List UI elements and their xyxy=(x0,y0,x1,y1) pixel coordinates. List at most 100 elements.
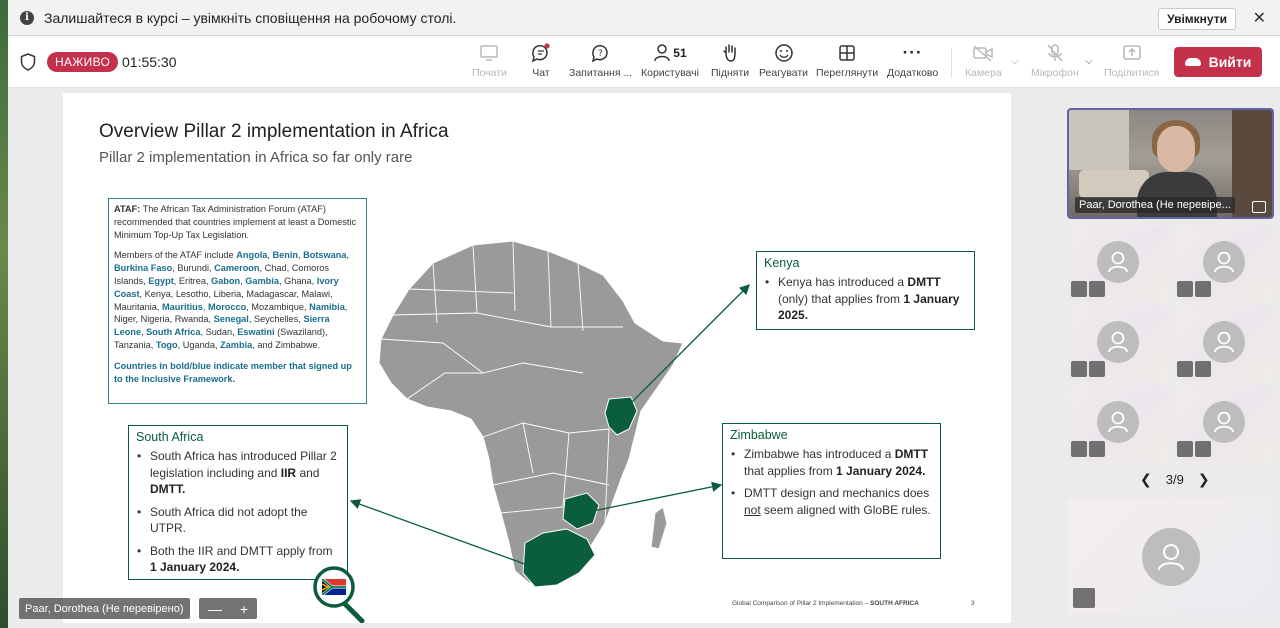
ataf-member-country: Mozambique xyxy=(251,301,304,312)
camera-off-icon xyxy=(1071,361,1087,377)
ataf-member-country: Angola xyxy=(236,250,268,261)
mic-off-icon xyxy=(1073,588,1095,608)
more-label: Додатково xyxy=(887,67,939,79)
mic-off-icon xyxy=(1195,361,1211,377)
ataf-member-country: Morocco xyxy=(207,301,247,312)
south-africa-callout: South Africa South Africa has introduced… xyxy=(128,425,348,580)
kenya-heading: Kenya xyxy=(764,256,800,270)
zoom-in-button[interactable]: + xyxy=(240,601,248,617)
raise-hand-label: Підняти xyxy=(711,67,750,79)
mic-options-chevron-icon[interactable]: ⌵ xyxy=(1085,56,1093,67)
gallery-pager: ❮ 3/9 ❯ xyxy=(1140,471,1210,488)
ataf-member-country: Namibia xyxy=(309,301,345,312)
slide-subtitle: Pillar 2 implementation in Africa so far… xyxy=(99,149,413,166)
ataf-member-country: Togo xyxy=(155,339,178,350)
mic-off-icon xyxy=(1089,281,1105,297)
more-icon: ··· xyxy=(902,43,923,62)
participant-tile[interactable] xyxy=(1173,386,1274,461)
raise-hand-button[interactable]: Підняти xyxy=(711,42,749,84)
ataf-member-country: Niger xyxy=(114,314,136,325)
camera-off-icon xyxy=(1177,281,1193,297)
ataf-member-country: Rwanda xyxy=(174,314,209,325)
self-view-tile[interactable] xyxy=(1067,498,1274,614)
kenya-bullet: Kenya has introduced a DMTT (only) that … xyxy=(763,274,966,324)
view-button[interactable]: Переглянути xyxy=(816,42,878,84)
close-icon[interactable]: ✕ xyxy=(1253,8,1266,28)
shield-icon[interactable] xyxy=(20,53,36,71)
mic-label: Мікрофон xyxy=(1031,67,1079,79)
presentation-slide: Overview Pillar 2 implementation in Afri… xyxy=(63,93,1011,623)
meeting-toolbar: НАЖИВО 01:55:30 Почати Чат ? Запитання .… xyxy=(8,36,1280,88)
participant-tile[interactable] xyxy=(1067,386,1168,461)
slide-page-number: 3 xyxy=(971,600,975,607)
qa-label: Запитання ... xyxy=(569,67,633,79)
ataf-member-country: Mauritius xyxy=(162,301,203,312)
africa-map xyxy=(378,240,684,588)
participant-tile[interactable] xyxy=(1067,306,1168,381)
presenter-video-tile[interactable]: Paar, Dorothea (Не перевіре... xyxy=(1067,108,1274,219)
participant-tile[interactable] xyxy=(1173,226,1274,301)
share-button[interactable]: Поділитися xyxy=(1104,42,1159,84)
leave-button[interactable]: Вийти xyxy=(1174,47,1262,77)
info-icon: i xyxy=(20,10,34,25)
avatar xyxy=(1203,321,1245,363)
ataf-member-country: Zimbabwe xyxy=(275,339,318,350)
camera-off-icon xyxy=(1071,441,1087,457)
presenter-name-tag: Paar, Dorothea (Не перевірено) xyxy=(19,598,190,619)
zimbabwe-callout: Zimbabwe Zimbabwe has introduced a DMTT … xyxy=(722,423,941,559)
previous-page-icon[interactable]: ❮ xyxy=(1140,471,1152,488)
participant-tile[interactable] xyxy=(1173,306,1274,381)
start-label: Почати xyxy=(472,67,507,79)
avatar xyxy=(1097,401,1139,443)
zoom-out-button[interactable]: — xyxy=(208,601,222,617)
ataf-member-country: Senegal xyxy=(213,314,249,325)
mic-off-icon xyxy=(1195,441,1211,457)
more-button[interactable]: ··· Додатково xyxy=(887,42,938,84)
chat-label: Чат xyxy=(532,67,550,79)
camera-options-chevron-icon[interactable]: ⌵ xyxy=(1011,56,1019,67)
screen-icon xyxy=(479,42,499,64)
start-button[interactable]: Почати xyxy=(472,42,507,84)
participant-tile[interactable] xyxy=(1067,226,1168,301)
camera-off-icon xyxy=(972,42,994,64)
people-label: Користувачі xyxy=(641,67,699,79)
ataf-member-country: Mauritania xyxy=(114,301,157,312)
south-africa-heading: South Africa xyxy=(136,430,204,444)
mic-button[interactable]: Мікрофон xyxy=(1031,42,1079,84)
react-button[interactable]: Реагувати xyxy=(759,42,808,84)
live-badge: НАЖИВО xyxy=(47,52,119,72)
camera-off-icon xyxy=(1071,281,1087,297)
share-icon xyxy=(1122,42,1142,64)
slide-footer: Global Comparison of Pillar 2 Implementa… xyxy=(732,600,919,607)
mic-off-icon xyxy=(1089,441,1105,457)
avatar xyxy=(1142,528,1200,586)
ataf-member-country: Liberia xyxy=(213,288,242,299)
ataf-member-country: Lesotho xyxy=(175,288,209,299)
pop-out-icon[interactable] xyxy=(1252,201,1266,213)
next-page-icon[interactable]: ❯ xyxy=(1198,471,1210,488)
ataf-member-country: Benin xyxy=(272,250,298,261)
zimbabwe-heading: Zimbabwe xyxy=(730,428,788,442)
ataf-member-country: Eswatini xyxy=(237,327,275,338)
zimbabwe-bullet-1: Zimbabwe has introduced a DMTT that appl… xyxy=(729,446,932,479)
qa-button[interactable]: ? Запитання ... xyxy=(569,42,632,84)
avatar xyxy=(1097,321,1139,363)
ataf-member-country: Malawi xyxy=(301,288,331,299)
enable-notifications-button[interactable]: Увімкнути xyxy=(1158,8,1236,30)
ataf-member-country: Cameroon xyxy=(214,263,260,274)
avatar xyxy=(1203,401,1245,443)
share-label: Поділитися xyxy=(1104,67,1160,79)
toolbar-divider xyxy=(951,48,952,78)
ataf-member-country: Botswana xyxy=(303,250,347,261)
people-button[interactable]: 51 Користувачі xyxy=(641,42,699,84)
avatar xyxy=(1097,241,1139,283)
view-label: Переглянути xyxy=(816,67,879,79)
gallery-page-indicator: 3/9 xyxy=(1165,472,1184,487)
chat-button[interactable]: Чат xyxy=(530,42,552,84)
camera-button[interactable]: Камера xyxy=(965,42,1002,84)
grid-icon xyxy=(838,42,856,64)
south-africa-bullet-3: Both the IIR and DMTT apply from 1 Janua… xyxy=(135,543,339,576)
video-person-face xyxy=(1157,126,1195,172)
people-icon: 51 xyxy=(653,42,687,64)
camera-off-icon xyxy=(1177,361,1193,377)
